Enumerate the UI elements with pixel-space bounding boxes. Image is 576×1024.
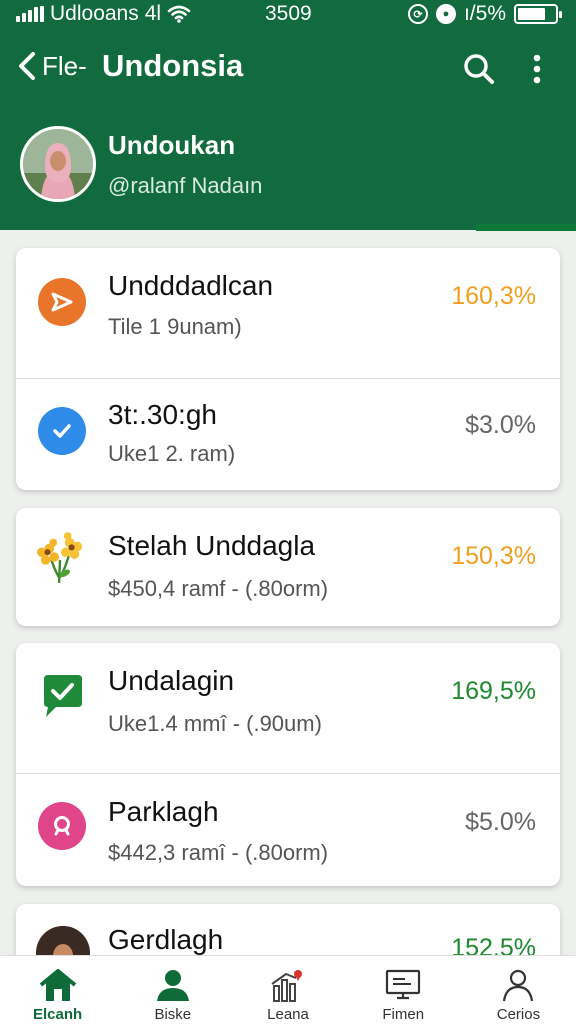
search-icon (464, 54, 494, 84)
list-item[interactable]: 3t:.30:gh Uke1 2. ram) $3.0% (16, 378, 560, 490)
wifi-icon (167, 5, 191, 23)
row-title: Undalagin (108, 665, 235, 696)
list-item[interactable]: Stelah Unddagla $450,4 ramf - (.80orm) 1… (16, 508, 560, 626)
tab-fimen[interactable]: Fimen (346, 956, 461, 1024)
row-title: Undddadlcan (108, 270, 274, 301)
chart-pin-icon (271, 970, 302, 1002)
tab-home[interactable]: Elcanh (0, 956, 115, 1024)
send-icon (38, 278, 86, 326)
tab-label: Leana (267, 1006, 309, 1023)
row-value: $5.0% (465, 808, 536, 836)
toolbar: Fle- Undonsia (0, 48, 576, 92)
row-value: 169,5% (451, 677, 536, 705)
profile-text: Undoukan @ralanf Nadaın (108, 130, 262, 199)
sync-icon: ⟳ (407, 4, 428, 24)
tab-label: Elcanh (33, 1006, 83, 1023)
battery-fill (518, 8, 545, 20)
home-icon (39, 969, 76, 1001)
row-value: 160,3% (451, 282, 536, 310)
person-icon (156, 970, 189, 1001)
page-title: Undonsia (102, 48, 244, 83)
more-options-button[interactable] (526, 52, 548, 91)
back-button[interactable]: Fle- (16, 50, 87, 82)
list-item[interactable]: Parklagh $442,3 ramî - (.80orm) $5.0% (16, 773, 560, 886)
flowers-icon (36, 532, 84, 584)
app-header: Udlooans 4l 3509 ⟳ ● ı/5% Fle- Undonsia … (0, 0, 576, 230)
row-title: Parklagh (108, 796, 219, 827)
row-title: Gerdlagh (108, 924, 224, 955)
bottom-tab-bar: Elcanh Biske Leana Fimen Cerios (0, 955, 576, 1024)
chat-check-icon (38, 671, 86, 719)
profile-avatar[interactable] (20, 126, 96, 202)
row-value: 150,3% (451, 542, 536, 570)
header-accent-strip (476, 224, 576, 231)
battery-percent: ı/5% (463, 2, 506, 25)
screen-icon (386, 969, 421, 1000)
list-item[interactable]: Undddadlcan Tile 1 9unam) 160,3% (16, 248, 560, 378)
chevron-left-icon (19, 52, 35, 80)
row-title: 3t:.30:gh (108, 399, 217, 430)
back-label: Fle- (42, 50, 87, 81)
row-subtitle: Uke1.4 mmî - (.90um) (108, 711, 322, 736)
avatar-image (23, 129, 93, 199)
search-button[interactable] (462, 52, 496, 91)
battery-icon (514, 4, 562, 24)
tab-leana[interactable]: Leana (230, 956, 345, 1024)
user-outline-icon (503, 969, 534, 1002)
card: Undddadlcan Tile 1 9unam) 160,3% 3t:.30:… (16, 248, 560, 490)
row-subtitle: $450,4 ramf - (.80orm) (108, 576, 329, 601)
row-subtitle: Tile 1 9unam) (108, 314, 242, 339)
card: Undalagin Uke1.4 mmî - (.90um) 169,5% Pa… (16, 643, 560, 886)
status-left: Udlooans 4l (16, 2, 191, 26)
status-bar: Udlooans 4l 3509 ⟳ ● ı/5% (0, 0, 576, 28)
app-indicator-icon: ● (435, 4, 456, 24)
list-item[interactable]: Undalagin Uke1.4 mmî - (.90um) 169,5% (16, 643, 560, 773)
profile-handle: @ralanf Nadaın (108, 172, 263, 198)
status-right: ⟳ ● ı/5% (407, 2, 562, 26)
tab-label: Fimen (382, 1006, 425, 1023)
row-value: $3.0% (465, 411, 536, 439)
carrier-label: Udlooans (50, 2, 139, 25)
tab-cerios[interactable]: Cerios (461, 956, 576, 1024)
row-title: Stelah Unddagla (108, 530, 316, 561)
status-time: 3509 (265, 2, 312, 25)
signal-icon (16, 6, 44, 22)
more-vertical-icon (533, 54, 541, 84)
profile-name: Undoukan (108, 129, 236, 160)
tab-label: Biske (154, 1006, 192, 1023)
tab-label: Cerios (496, 1006, 541, 1023)
check-circle-icon (38, 407, 86, 455)
profile[interactable]: Undoukan @ralanf Nadaın (20, 126, 262, 202)
row-subtitle: Uke1 2. ram) (108, 441, 236, 466)
row-subtitle: $442,3 ramî - (.80orm) (108, 840, 329, 865)
network-label: 4l (144, 2, 162, 25)
tab-biske[interactable]: Biske (115, 956, 230, 1024)
card: Stelah Unddagla $450,4 ramf - (.80orm) 1… (16, 508, 560, 626)
search-circle-icon (38, 802, 86, 850)
